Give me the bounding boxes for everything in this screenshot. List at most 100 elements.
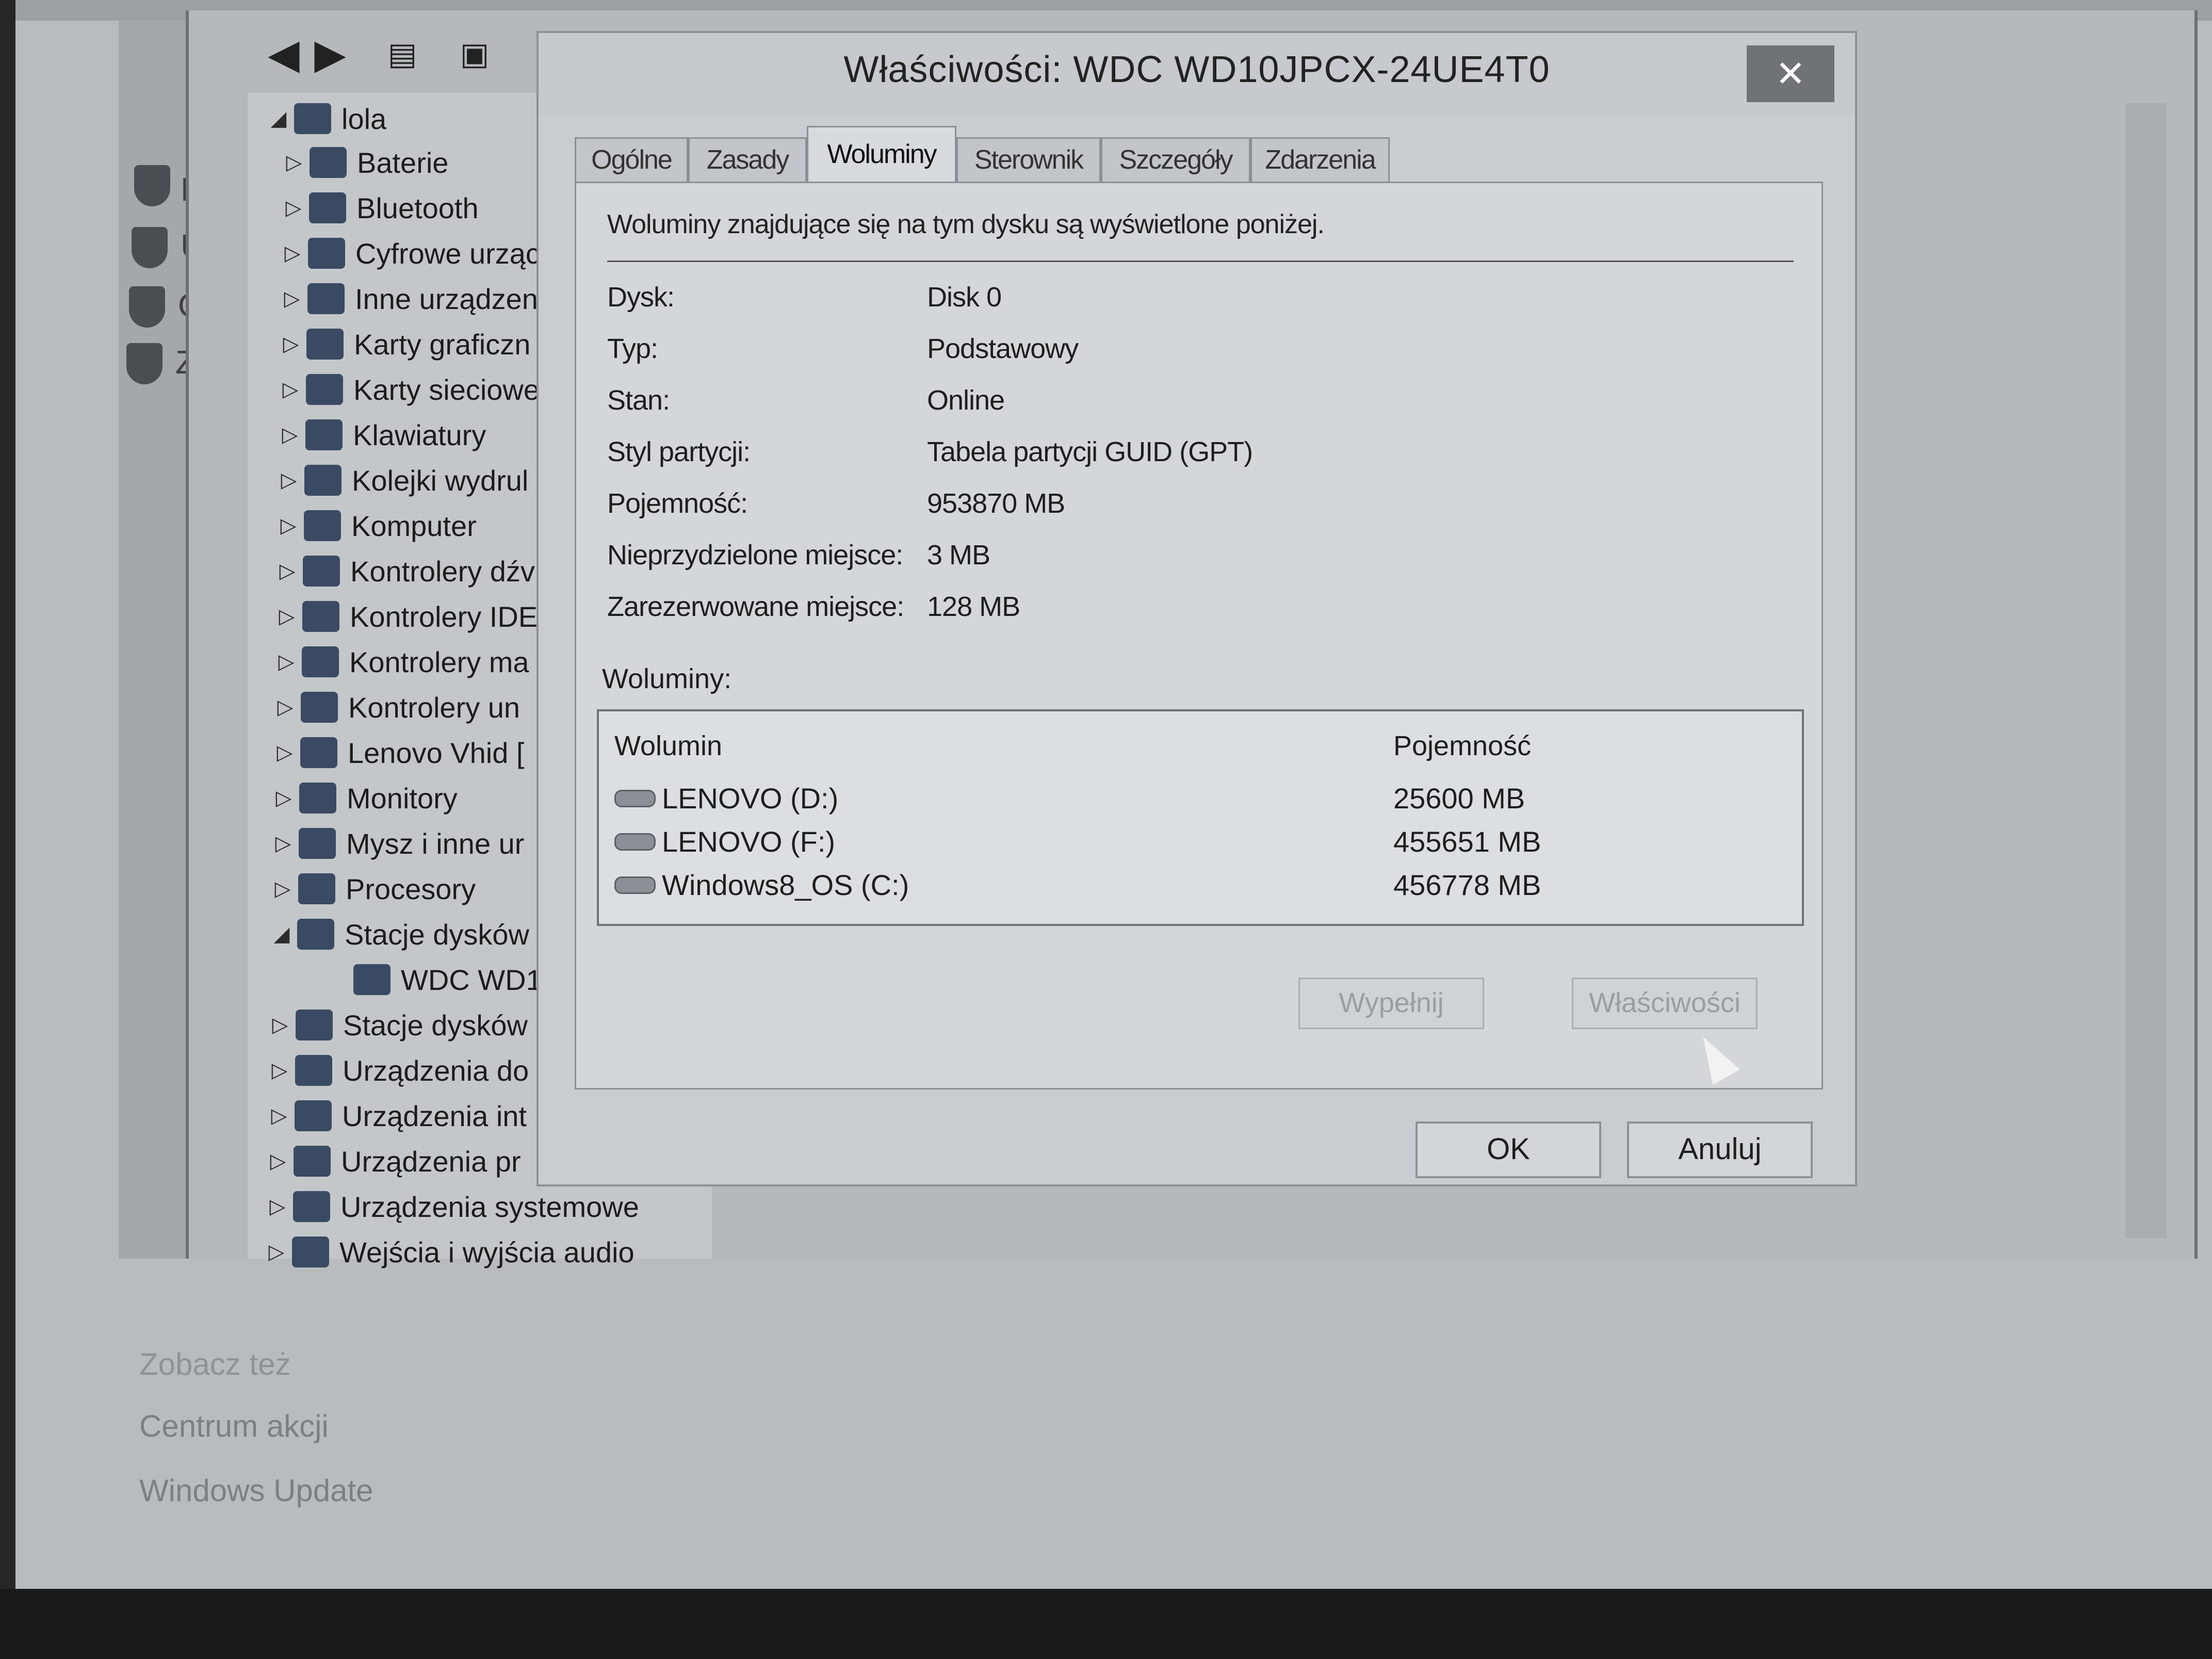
list-item[interactable]: LENOVO (D:) 25600 MB xyxy=(599,782,1802,823)
list-item[interactable]: LENOVO (F:) 455651 MB xyxy=(599,825,1802,866)
tree-item-label: Urządzenia do xyxy=(343,1054,529,1087)
device-category-icon xyxy=(295,1055,332,1086)
link-windows-update[interactable]: Windows Update xyxy=(139,1473,373,1508)
expand-arrow-icon[interactable]: ▷ xyxy=(268,786,299,810)
drive-icon xyxy=(614,876,656,894)
expand-arrow-icon[interactable]: ▷ xyxy=(278,196,309,220)
expand-arrow-icon[interactable]: ▷ xyxy=(270,695,301,719)
collapse-arrow-icon[interactable]: ◢ xyxy=(266,922,297,946)
volume-name: LENOVO (F:) xyxy=(662,825,836,858)
expand-arrow-icon[interactable]: ▷ xyxy=(264,1104,295,1128)
expand-arrow-icon[interactable]: ▷ xyxy=(275,332,306,356)
collapse-arrow-icon[interactable]: ◢ xyxy=(263,107,294,131)
shield-icon xyxy=(132,227,168,268)
tree-item[interactable]: ▷ Komputer xyxy=(273,505,477,546)
tree-item[interactable]: ▷ Inne urządzen xyxy=(276,278,538,319)
properties-icon[interactable]: ▣ xyxy=(451,31,498,77)
expand-arrow-icon[interactable]: ▷ xyxy=(271,650,302,674)
device-category-icon xyxy=(309,192,346,223)
expand-arrow-icon[interactable]: ▷ xyxy=(275,378,306,401)
close-button[interactable]: ✕ xyxy=(1747,45,1834,102)
tree-item[interactable]: ▷ Kolejki wydrul xyxy=(273,460,529,501)
forward-arrow-icon[interactable]: ▶ xyxy=(307,31,353,77)
expand-arrow-icon[interactable]: ▷ xyxy=(277,241,308,265)
populate-button[interactable]: Wypełnij xyxy=(1298,978,1484,1029)
tree-item-label: Stacje dysków xyxy=(345,918,529,951)
list-item[interactable]: Windows8_OS (C:) 456778 MB xyxy=(599,868,1802,909)
cancel-button[interactable]: Anuluj xyxy=(1627,1121,1813,1178)
reserved-space-label: Zarezerwowane miejsce: xyxy=(607,591,904,622)
device-category-icon xyxy=(310,147,347,178)
expand-arrow-icon[interactable]: ▷ xyxy=(272,559,303,583)
partition-style-value: Tabela partycji GUID (GPT) xyxy=(927,436,1253,467)
title-bar[interactable]: Właściwości: WDC WD10JPCX-24UE4T0 ✕ xyxy=(539,33,1855,116)
ok-button[interactable]: OK xyxy=(1416,1121,1601,1178)
capacity-label: Pojemność: xyxy=(607,488,748,519)
expand-arrow-icon[interactable]: ▷ xyxy=(263,1149,294,1173)
device-category-icon xyxy=(292,1237,329,1267)
tree-item[interactable]: ▷ Procesory xyxy=(267,868,476,909)
tree-item[interactable]: ▷ Monitory xyxy=(268,777,458,819)
tree-item[interactable]: ▷ Mysz i inne ur xyxy=(268,823,525,864)
tree-item[interactable]: ▷ Kontrolery IDE xyxy=(271,596,538,637)
volumes-list[interactable]: Wolumin Pojemność LENOVO (D:) 25600 MB L… xyxy=(597,709,1804,926)
back-arrow-icon[interactable]: ◀ xyxy=(261,31,307,77)
tab-strip: Ogólne Zasady Woluminy Sterownik Szczegó… xyxy=(575,126,1813,185)
expand-arrow-icon[interactable]: ▷ xyxy=(265,1013,296,1037)
tree-item[interactable]: ▷ Bluetooth xyxy=(278,187,479,229)
tree-root[interactable]: ◢ lola xyxy=(263,98,387,139)
tab-general[interactable]: Ogólne xyxy=(575,137,688,183)
expand-arrow-icon[interactable]: ▷ xyxy=(276,287,307,311)
volume-name-cell: LENOVO (F:) xyxy=(614,825,835,858)
device-category-icon xyxy=(303,556,340,587)
tree-item[interactable]: ▷ Kontrolery ma xyxy=(271,641,529,682)
tree-item[interactable]: ▷ Wejścia i wyjścia audio xyxy=(261,1231,635,1273)
shield-icon xyxy=(129,286,165,328)
tree-item[interactable]: ▷ Cyfrowe urząc xyxy=(277,233,540,274)
tab-volumes[interactable]: Woluminy xyxy=(807,126,956,185)
expand-arrow-icon[interactable]: ▷ xyxy=(269,741,300,765)
expand-arrow-icon[interactable]: ▷ xyxy=(262,1195,293,1218)
tab-details[interactable]: Szczegóły xyxy=(1101,137,1250,183)
tree-item[interactable]: ▷ Kontrolery dźv xyxy=(272,550,535,592)
tree-item-label: Karty graficzn xyxy=(354,328,531,361)
tree-item[interactable]: ▷ Karty graficzn xyxy=(275,323,531,365)
expand-arrow-icon[interactable]: ▷ xyxy=(264,1059,295,1082)
tree-item[interactable]: ▷ Urządzenia do xyxy=(264,1050,529,1091)
volume-properties-button[interactable]: Właściwości xyxy=(1572,978,1758,1029)
expand-arrow-icon[interactable]: ▷ xyxy=(268,832,299,855)
tree-item[interactable]: ◢ Stacje dysków xyxy=(266,914,529,955)
reserved-space-value: 128 MB xyxy=(927,591,1020,622)
expand-arrow-icon[interactable]: ▷ xyxy=(267,877,298,901)
tree-item[interactable]: ▷ Stacje dysków xyxy=(265,1004,528,1046)
tree-item[interactable]: ▷ Kontrolery un xyxy=(270,687,520,728)
expand-arrow-icon[interactable]: ▷ xyxy=(271,605,302,628)
tree-item[interactable]: ▷ Urządzenia systemowe xyxy=(262,1186,639,1227)
tree-item[interactable]: WDC WD1 xyxy=(322,959,542,1000)
tab-policies[interactable]: Zasady xyxy=(688,137,807,183)
tab-events[interactable]: Zdarzenia xyxy=(1250,137,1390,183)
tree-item[interactable]: ▷ Klawiatury xyxy=(274,414,486,456)
expand-arrow-icon[interactable]: ▷ xyxy=(274,423,305,447)
tree-item[interactable]: ▷ Lenovo Vhid [ xyxy=(269,732,525,773)
column-header-capacity[interactable]: Pojemność xyxy=(1393,730,1531,762)
tree-item-label: Kolejki wydrul xyxy=(352,464,529,497)
device-category-icon xyxy=(304,510,341,541)
view-icon[interactable]: ▤ xyxy=(379,31,426,77)
link-action-center[interactable]: Centrum akcji xyxy=(139,1408,329,1444)
tree-item[interactable]: ▷ Baterie xyxy=(279,142,449,183)
expand-arrow-icon[interactable]: ▷ xyxy=(273,514,304,538)
expand-arrow-icon[interactable]: ▷ xyxy=(279,151,310,174)
expand-arrow-icon[interactable]: ▷ xyxy=(261,1240,292,1264)
volume-name-cell: LENOVO (D:) xyxy=(614,782,838,815)
tree-item[interactable]: ▷ Karty sieciowe xyxy=(275,369,540,410)
tree-item[interactable]: ▷ Urządzenia pr xyxy=(263,1141,521,1182)
volume-name: Windows8_OS (C:) xyxy=(662,869,909,901)
column-header-volume[interactable]: Wolumin xyxy=(614,730,722,762)
tree-item[interactable]: ▷ Urządzenia int xyxy=(264,1095,527,1136)
expand-arrow-icon[interactable]: ▷ xyxy=(273,468,304,492)
tab-driver[interactable]: Sterownik xyxy=(956,137,1101,183)
volume-size: 25600 MB xyxy=(1393,782,1525,815)
vertical-scrollbar[interactable] xyxy=(2125,103,2167,1238)
device-category-icon xyxy=(308,238,345,269)
